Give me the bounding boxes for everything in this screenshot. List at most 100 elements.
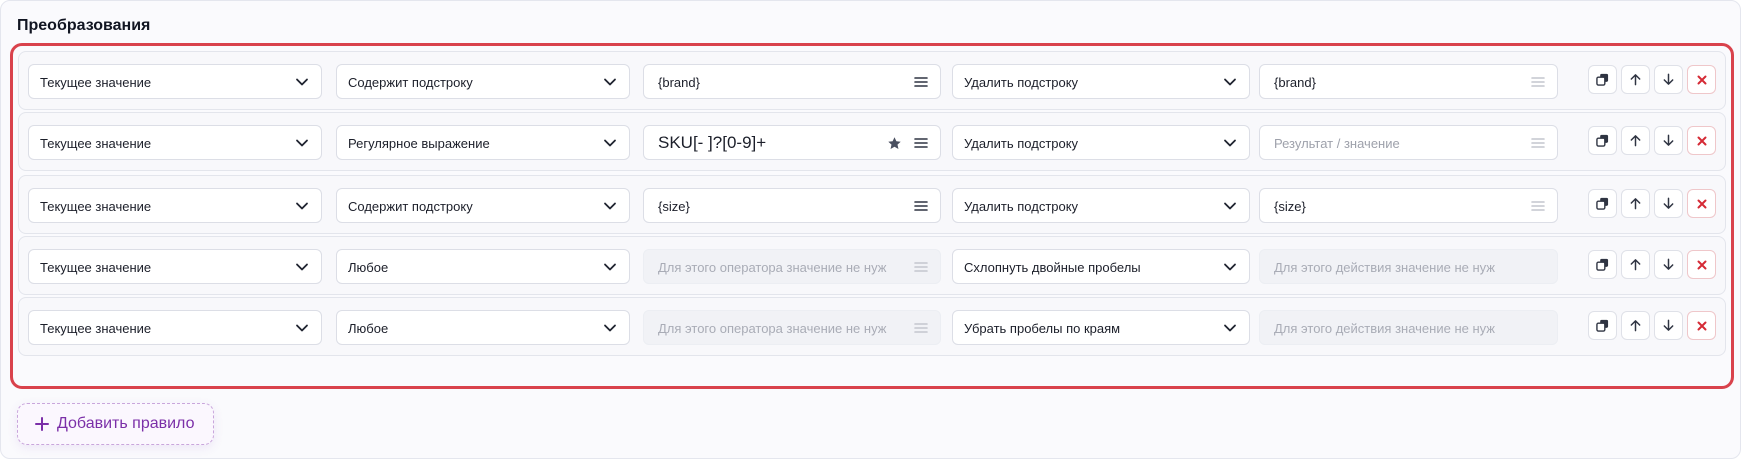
menu-icon[interactable] (914, 76, 928, 88)
move-down-button[interactable] (1654, 65, 1683, 94)
result-input: Для этого действия значение не нуж (1259, 310, 1558, 345)
rule-row: Текущее значение Регулярное выражение SKU[… (18, 112, 1726, 171)
move-down-button[interactable] (1654, 126, 1683, 155)
source-select[interactable]: Текущее значение (28, 125, 322, 160)
pattern-input: Для этого оператора значение не нуж (643, 249, 941, 284)
action-select[interactable]: Удалить подстроку (952, 64, 1250, 99)
transformations-panel: Преобразования Текущее значение Содержит … (0, 0, 1741, 459)
move-up-button[interactable] (1621, 126, 1650, 155)
menu-icon[interactable] (1531, 76, 1545, 88)
chevron-down-icon (604, 263, 616, 271)
operator-select[interactable]: Содержит подстроку (336, 188, 630, 223)
arrow-up-icon (1629, 73, 1642, 86)
source-select[interactable]: Текущее значение (28, 64, 322, 99)
operator-select-value: Любое (348, 321, 389, 336)
source-select[interactable]: Текущее значение (28, 310, 322, 345)
copy-icon (1596, 319, 1609, 332)
action-select[interactable]: Убрать пробелы по краям (952, 310, 1250, 345)
result-input[interactable]: {size} (1259, 188, 1558, 223)
operator-select[interactable]: Любое (336, 249, 630, 284)
chevron-down-icon (604, 139, 616, 147)
pattern-input-text: {brand} (658, 75, 700, 90)
delete-rule-button[interactable] (1687, 126, 1716, 155)
result-input-text: {size} (1274, 199, 1306, 214)
operator-select[interactable]: Регулярное выражение (336, 125, 630, 160)
menu-icon[interactable] (914, 137, 928, 149)
chevron-down-icon (1224, 324, 1236, 332)
source-select-value: Текущее значение (40, 136, 152, 151)
source-select[interactable]: Текущее значение (28, 188, 322, 223)
move-up-button[interactable] (1621, 311, 1650, 340)
move-up-button[interactable] (1621, 65, 1650, 94)
move-up-button[interactable] (1621, 189, 1650, 218)
arrow-down-icon (1662, 73, 1675, 86)
move-up-button[interactable] (1621, 250, 1650, 279)
menu-icon[interactable] (1531, 137, 1545, 149)
result-input: Для этого действия значение не нуж (1259, 249, 1558, 284)
result-input[interactable]: Результат / значение (1259, 125, 1558, 160)
delete-rule-button[interactable] (1687, 311, 1716, 340)
duplicate-rule-button[interactable] (1588, 311, 1617, 340)
chevron-down-icon (1224, 263, 1236, 271)
action-select-value: Удалить подстроку (964, 136, 1079, 151)
add-rule-button[interactable]: Добавить правило (17, 403, 214, 445)
pattern-input-text: Для этого оператора значение не нуж (658, 260, 887, 275)
chevron-down-icon (296, 324, 308, 332)
delete-rule-button[interactable] (1687, 250, 1716, 279)
copy-icon (1596, 73, 1609, 86)
delete-rule-button[interactable] (1687, 189, 1716, 218)
operator-select-value: Содержит подстроку (348, 199, 473, 214)
source-select[interactable]: Текущее значение (28, 249, 322, 284)
pattern-input[interactable]: {brand} (643, 64, 941, 99)
pattern-input[interactable]: {size} (643, 188, 941, 223)
chevron-down-icon (1224, 78, 1236, 86)
close-icon (1696, 320, 1708, 332)
operator-select-value: Регулярное выражение (348, 136, 490, 151)
action-select-value: Схлопнуть двойные пробелы (964, 260, 1141, 275)
operator-select[interactable]: Содержит подстроку (336, 64, 630, 99)
chevron-down-icon (1224, 139, 1236, 147)
rule-row: Текущее значение Любое Для этого оператора… (18, 236, 1726, 295)
move-down-button[interactable] (1654, 311, 1683, 340)
menu-icon[interactable] (914, 322, 928, 334)
move-down-button[interactable] (1654, 250, 1683, 279)
rule-row: Текущее значение Любое Для этого оператора… (18, 297, 1726, 356)
menu-icon[interactable] (914, 261, 928, 273)
arrow-up-icon (1629, 134, 1642, 147)
action-select[interactable]: Схлопнуть двойные пробелы (952, 249, 1250, 284)
action-select[interactable]: Удалить подстроку (952, 188, 1250, 223)
pattern-input[interactable]: SKU[- ]?[0-9]+ (643, 125, 941, 160)
action-select[interactable]: Удалить подстроку (952, 125, 1250, 160)
action-select-value: Убрать пробелы по краям (964, 321, 1121, 336)
source-select-value: Текущее значение (40, 199, 152, 214)
chevron-down-icon (604, 202, 616, 210)
pattern-input-text: SKU[- ]?[0-9]+ (658, 133, 767, 152)
result-input[interactable]: {brand} (1259, 64, 1558, 99)
chevron-down-icon (604, 324, 616, 332)
chevron-down-icon (296, 78, 308, 86)
duplicate-rule-button[interactable] (1588, 250, 1617, 279)
operator-select-value: Любое (348, 260, 389, 275)
move-down-button[interactable] (1654, 189, 1683, 218)
arrow-up-icon (1629, 197, 1642, 210)
close-icon (1696, 74, 1708, 86)
star-icon[interactable] (887, 136, 902, 151)
duplicate-rule-button[interactable] (1588, 65, 1617, 94)
copy-icon (1596, 134, 1609, 147)
duplicate-rule-button[interactable] (1588, 189, 1617, 218)
menu-icon[interactable] (1531, 200, 1545, 212)
source-select-value: Текущее значение (40, 260, 152, 275)
result-input-text: {brand} (1274, 75, 1316, 90)
copy-icon (1596, 258, 1609, 271)
operator-select[interactable]: Любое (336, 310, 630, 345)
pattern-input: Для этого оператора значение не нуж (643, 310, 941, 345)
add-rule-label: Добавить правило (57, 415, 195, 432)
chevron-down-icon (1224, 202, 1236, 210)
pattern-input-text: {size} (658, 199, 690, 214)
delete-rule-button[interactable] (1687, 65, 1716, 94)
operator-select-value: Содержит подстроку (348, 75, 473, 90)
chevron-down-icon (296, 139, 308, 147)
menu-icon[interactable] (914, 200, 928, 212)
duplicate-rule-button[interactable] (1588, 126, 1617, 155)
rule-row: Текущее значение Содержит подстроку {size}… (18, 175, 1726, 234)
